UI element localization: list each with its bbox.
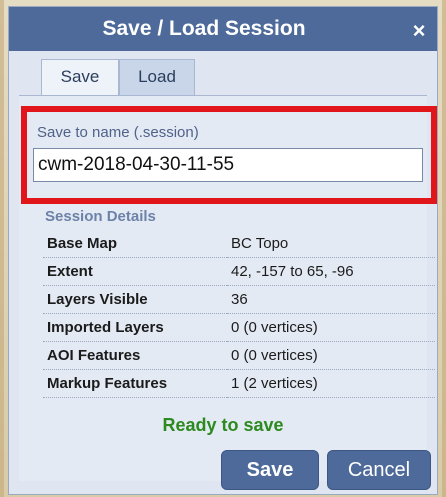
detail-value: BC Topo [227,230,435,258]
detail-key: Markup Features [43,369,227,398]
status-message: Ready to save [162,415,284,435]
detail-key: Layers Visible [43,285,227,314]
close-icon[interactable]: × [407,19,431,43]
cancel-button[interactable]: Cancel [327,450,431,490]
tab-load[interactable]: Load [119,59,195,95]
table-row: AOI Features 0 (0 vertices) [43,341,435,370]
session-details-heading: Session Details [45,208,156,225]
detail-value: 0 (0 vertices) [227,341,435,370]
session-name-input[interactable] [33,148,423,182]
session-details-table: Base Map BC Topo Extent 42, -157 to 65, … [43,230,435,398]
detail-key: Base Map [43,230,227,258]
table-row: Markup Features 1 (2 vertices) [43,369,435,398]
table-row: Layers Visible 36 [43,285,435,314]
detail-value: 42, -157 to 65, -96 [227,257,435,286]
table-row: Base Map BC Topo [43,230,435,258]
dialog-title: Save / Load Session [102,17,306,40]
detail-key: Imported Layers [43,313,227,342]
save-load-session-dialog: Save / Load Session × Save Load Save to … [8,6,438,495]
detail-key: Extent [43,257,227,286]
tab-save[interactable]: Save [41,59,119,95]
table-row: Imported Layers 0 (0 vertices) [43,313,435,342]
save-name-label: Save to name (.session) [37,124,199,141]
detail-value: 1 (2 vertices) [227,369,435,398]
dialog-titlebar[interactable]: Save / Load Session × [9,7,437,51]
detail-value: 36 [227,285,435,314]
save-button[interactable]: Save [221,450,319,490]
detail-key: AOI Features [43,341,227,370]
detail-value: 0 (0 vertices) [227,313,435,342]
table-row: Extent 42, -157 to 65, -96 [43,257,435,286]
